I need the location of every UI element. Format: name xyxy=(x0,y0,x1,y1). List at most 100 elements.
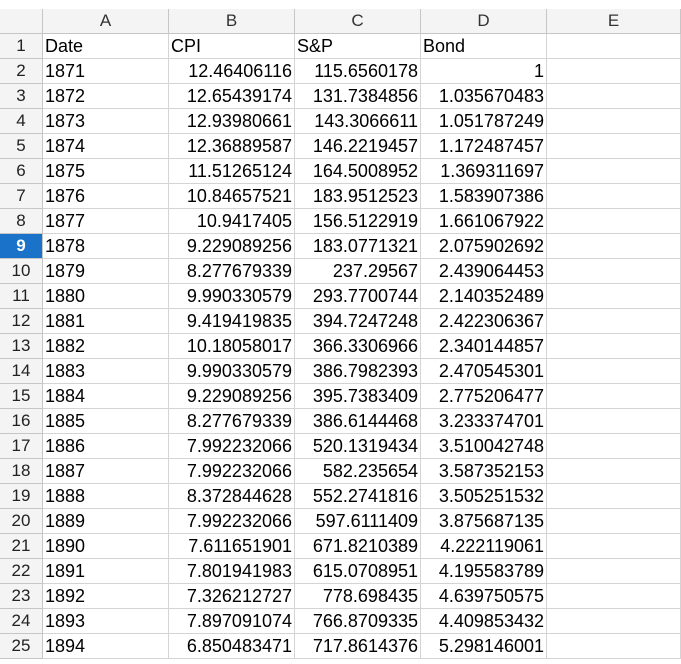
cell-c[interactable]: 717.8614376 xyxy=(295,634,421,659)
cell-c[interactable]: 366.3306966 xyxy=(295,334,421,359)
row-header[interactable]: 10 xyxy=(0,259,43,284)
cell-b[interactable]: 8.372844628 xyxy=(169,484,295,509)
cell-d[interactable]: 1.583907386 xyxy=(421,184,547,209)
row-header[interactable]: 4 xyxy=(0,109,43,134)
column-header-e[interactable]: E xyxy=(547,9,681,34)
cell-d[interactable]: 1 xyxy=(421,59,547,84)
cell-d[interactable]: 3.233374701 xyxy=(421,409,547,434)
row-header[interactable]: 15 xyxy=(0,384,43,409)
cell-b[interactable]: 9.990330579 xyxy=(169,284,295,309)
cell-a[interactable]: 1881 xyxy=(43,309,169,334)
cell-e[interactable] xyxy=(547,409,681,434)
cell-e[interactable] xyxy=(547,584,681,609)
row-header[interactable]: 6 xyxy=(0,159,43,184)
column-header-d[interactable]: D xyxy=(421,9,547,34)
cell-e[interactable] xyxy=(547,509,681,534)
row-header[interactable]: 2 xyxy=(0,59,43,84)
cell-e[interactable] xyxy=(547,459,681,484)
cell-a[interactable]: 1878 xyxy=(43,234,169,259)
cell-d[interactable]: 1.369311697 xyxy=(421,159,547,184)
cell-c[interactable]: 597.6111409 xyxy=(295,509,421,534)
cell-e[interactable] xyxy=(547,359,681,384)
cell-a[interactable]: 1880 xyxy=(43,284,169,309)
cell-d[interactable]: 2.075902692 xyxy=(421,234,547,259)
cell-b[interactable]: 9.990330579 xyxy=(169,359,295,384)
cell-e[interactable] xyxy=(547,609,681,634)
cell-c[interactable]: 671.8210389 xyxy=(295,534,421,559)
cell-b[interactable]: 12.93980661 xyxy=(169,109,295,134)
cell-e[interactable] xyxy=(547,134,681,159)
cell-b[interactable]: 9.229089256 xyxy=(169,234,295,259)
cell-c[interactable]: 552.2741816 xyxy=(295,484,421,509)
cell-e[interactable] xyxy=(547,559,681,584)
cell-a[interactable]: 1882 xyxy=(43,334,169,359)
cell-b[interactable]: 9.419419835 xyxy=(169,309,295,334)
cell-d[interactable]: 2.439064453 xyxy=(421,259,547,284)
cell-d[interactable]: 4.195583789 xyxy=(421,559,547,584)
cell-c[interactable]: 394.7247248 xyxy=(295,309,421,334)
cell-b[interactable]: 9.229089256 xyxy=(169,384,295,409)
cell-d[interactable]: 4.639750575 xyxy=(421,584,547,609)
cell-a[interactable]: 1894 xyxy=(43,634,169,659)
row-header[interactable]: 19 xyxy=(0,484,43,509)
row-header[interactable]: 3 xyxy=(0,84,43,109)
cell-c[interactable]: 615.0708951 xyxy=(295,559,421,584)
cell-a[interactable]: 1891 xyxy=(43,559,169,584)
cell-e[interactable] xyxy=(547,284,681,309)
cell-b[interactable]: 10.18058017 xyxy=(169,334,295,359)
column-header-b[interactable]: B xyxy=(169,9,295,34)
row-header[interactable]: 20 xyxy=(0,509,43,534)
cell-d[interactable]: 4.409853432 xyxy=(421,609,547,634)
cell-e[interactable] xyxy=(547,434,681,459)
cell-b[interactable]: 7.326212727 xyxy=(169,584,295,609)
cell-a[interactable]: 1873 xyxy=(43,109,169,134)
row-header[interactable]: 8 xyxy=(0,209,43,234)
cell-d[interactable]: 1.035670483 xyxy=(421,84,547,109)
column-header-a[interactable]: A xyxy=(43,9,169,34)
cell-b[interactable]: 10.84657521 xyxy=(169,184,295,209)
column-header-c[interactable]: C xyxy=(295,9,421,34)
cell-e[interactable] xyxy=(547,334,681,359)
cell-c[interactable]: 183.9512523 xyxy=(295,184,421,209)
cell-b[interactable]: 7.611651901 xyxy=(169,534,295,559)
cell-c[interactable]: 164.5008952 xyxy=(295,159,421,184)
cell-e[interactable] xyxy=(547,159,681,184)
row-header[interactable]: 23 xyxy=(0,584,43,609)
cell-e[interactable] xyxy=(547,234,681,259)
cell-c[interactable]: 146.2219457 xyxy=(295,134,421,159)
row-header[interactable]: 25 xyxy=(0,634,43,659)
row-header[interactable]: 21 xyxy=(0,534,43,559)
row-header[interactable]: 17 xyxy=(0,434,43,459)
cell-c[interactable]: 237.29567 xyxy=(295,259,421,284)
cell-e[interactable] xyxy=(547,534,681,559)
cell-c[interactable]: 143.3066611 xyxy=(295,109,421,134)
cell-d[interactable]: 2.340144857 xyxy=(421,334,547,359)
cell-b[interactable]: 7.897091074 xyxy=(169,609,295,634)
cell-e[interactable] xyxy=(547,634,681,659)
cell-a[interactable]: 1889 xyxy=(43,509,169,534)
cell-e[interactable] xyxy=(547,259,681,284)
cell-a[interactable]: 1876 xyxy=(43,184,169,209)
cell-d[interactable]: 2.470545301 xyxy=(421,359,547,384)
cell-d[interactable]: 3.587352153 xyxy=(421,459,547,484)
select-all-corner[interactable] xyxy=(0,9,43,34)
row-header[interactable]: 7 xyxy=(0,184,43,209)
cell-b[interactable]: 12.36889587 xyxy=(169,134,295,159)
cell-a[interactable]: 1874 xyxy=(43,134,169,159)
cell-c[interactable]: 386.7982393 xyxy=(295,359,421,384)
row-header[interactable]: 12 xyxy=(0,309,43,334)
row-header[interactable]: 24 xyxy=(0,609,43,634)
cell-c[interactable]: 115.6560178 xyxy=(295,59,421,84)
cell-e[interactable] xyxy=(547,209,681,234)
cell-a[interactable]: 1893 xyxy=(43,609,169,634)
cell-e[interactable] xyxy=(547,184,681,209)
cell-a[interactable]: 1883 xyxy=(43,359,169,384)
cell-e[interactable] xyxy=(547,34,681,59)
row-header[interactable]: 1 xyxy=(0,34,43,59)
cell-d[interactable]: 1.661067922 xyxy=(421,209,547,234)
cell-e[interactable] xyxy=(547,84,681,109)
row-header[interactable]: 11 xyxy=(0,284,43,309)
row-header[interactable]: 5 xyxy=(0,134,43,159)
cell-b[interactable]: 10.9417405 xyxy=(169,209,295,234)
cell-c[interactable]: 183.0771321 xyxy=(295,234,421,259)
